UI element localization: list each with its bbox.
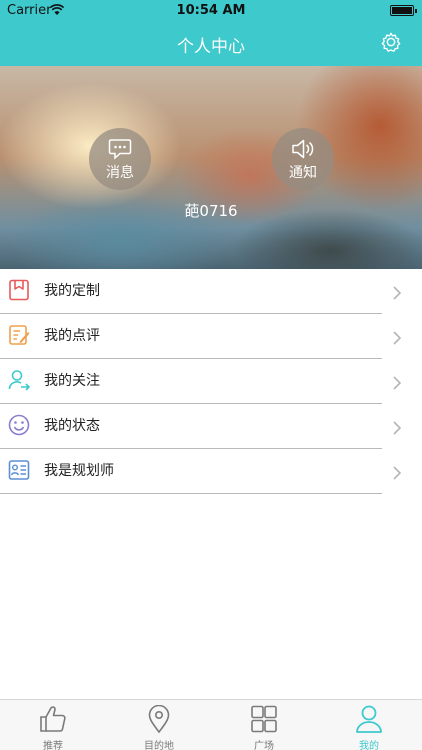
- tab-label: 推荐: [43, 741, 63, 750]
- status-bar: Carrier 10:54 AM: [0, 0, 422, 22]
- menu-item-my-reviews[interactable]: 我的点评: [0, 314, 422, 359]
- user-follow-icon: [8, 370, 30, 391]
- tab-plaza[interactable]: 广场: [211, 700, 317, 750]
- tab-label: 目的地: [144, 741, 174, 750]
- tab-recommend[interactable]: 推荐: [0, 700, 106, 750]
- chevron-right-icon: [393, 331, 402, 345]
- tab-destination[interactable]: 目的地: [106, 700, 212, 750]
- message-button[interactable]: 消息: [89, 128, 151, 190]
- menu-item-my-follows[interactable]: 我的关注: [0, 359, 422, 404]
- menu-item-label: 我的定制: [44, 283, 100, 299]
- menu-item-planner[interactable]: 我是规划师: [0, 449, 422, 494]
- map-pin-icon: [148, 705, 170, 733]
- tab-bar: 推荐 目的地 广场 我的: [0, 699, 422, 750]
- chat-bubble-icon: [108, 139, 132, 160]
- chevron-right-icon: [393, 286, 402, 300]
- tab-label: 广场: [254, 741, 274, 750]
- notice-label: 通知: [289, 165, 317, 181]
- menu-item-label: 我的关注: [44, 373, 100, 389]
- chevron-right-icon: [393, 421, 402, 435]
- smiley-icon: [8, 414, 30, 436]
- tab-mine[interactable]: 我的: [316, 700, 422, 750]
- menu-item-label: 我的状态: [44, 418, 100, 434]
- message-label: 消息: [106, 165, 134, 181]
- gear-icon[interactable]: [380, 31, 402, 53]
- battery-icon: [390, 5, 417, 16]
- edit-note-icon: [9, 325, 30, 345]
- menu-item-my-custom[interactable]: 我的定制: [0, 269, 422, 314]
- username: 葩0716: [184, 202, 238, 220]
- grid-icon: [251, 705, 277, 733]
- menu-item-label: 我的点评: [44, 328, 100, 344]
- menu-item-label: 我是规划师: [44, 463, 114, 479]
- top-bar: Carrier 10:54 AM 个人中心: [0, 0, 422, 66]
- person-icon: [356, 705, 382, 733]
- profile-menu: 我的定制 我的点评 我的关注 我的状态 我是规划师: [0, 269, 422, 494]
- clock: 10:54 AM: [176, 3, 246, 18]
- notice-button[interactable]: 通知: [272, 128, 334, 190]
- id-card-icon: [8, 460, 30, 480]
- page-title: 个人中心: [177, 37, 245, 57]
- speaker-icon: [292, 139, 314, 159]
- tab-label: 我的: [359, 741, 379, 750]
- thumbs-up-icon: [40, 706, 66, 732]
- divider: [0, 493, 382, 494]
- bookmark-icon: [9, 279, 29, 301]
- menu-item-my-status[interactable]: 我的状态: [0, 404, 422, 449]
- chevron-right-icon: [393, 376, 402, 390]
- chevron-right-icon: [393, 466, 402, 480]
- profile-banner: 消息 通知 葩0716: [0, 66, 422, 269]
